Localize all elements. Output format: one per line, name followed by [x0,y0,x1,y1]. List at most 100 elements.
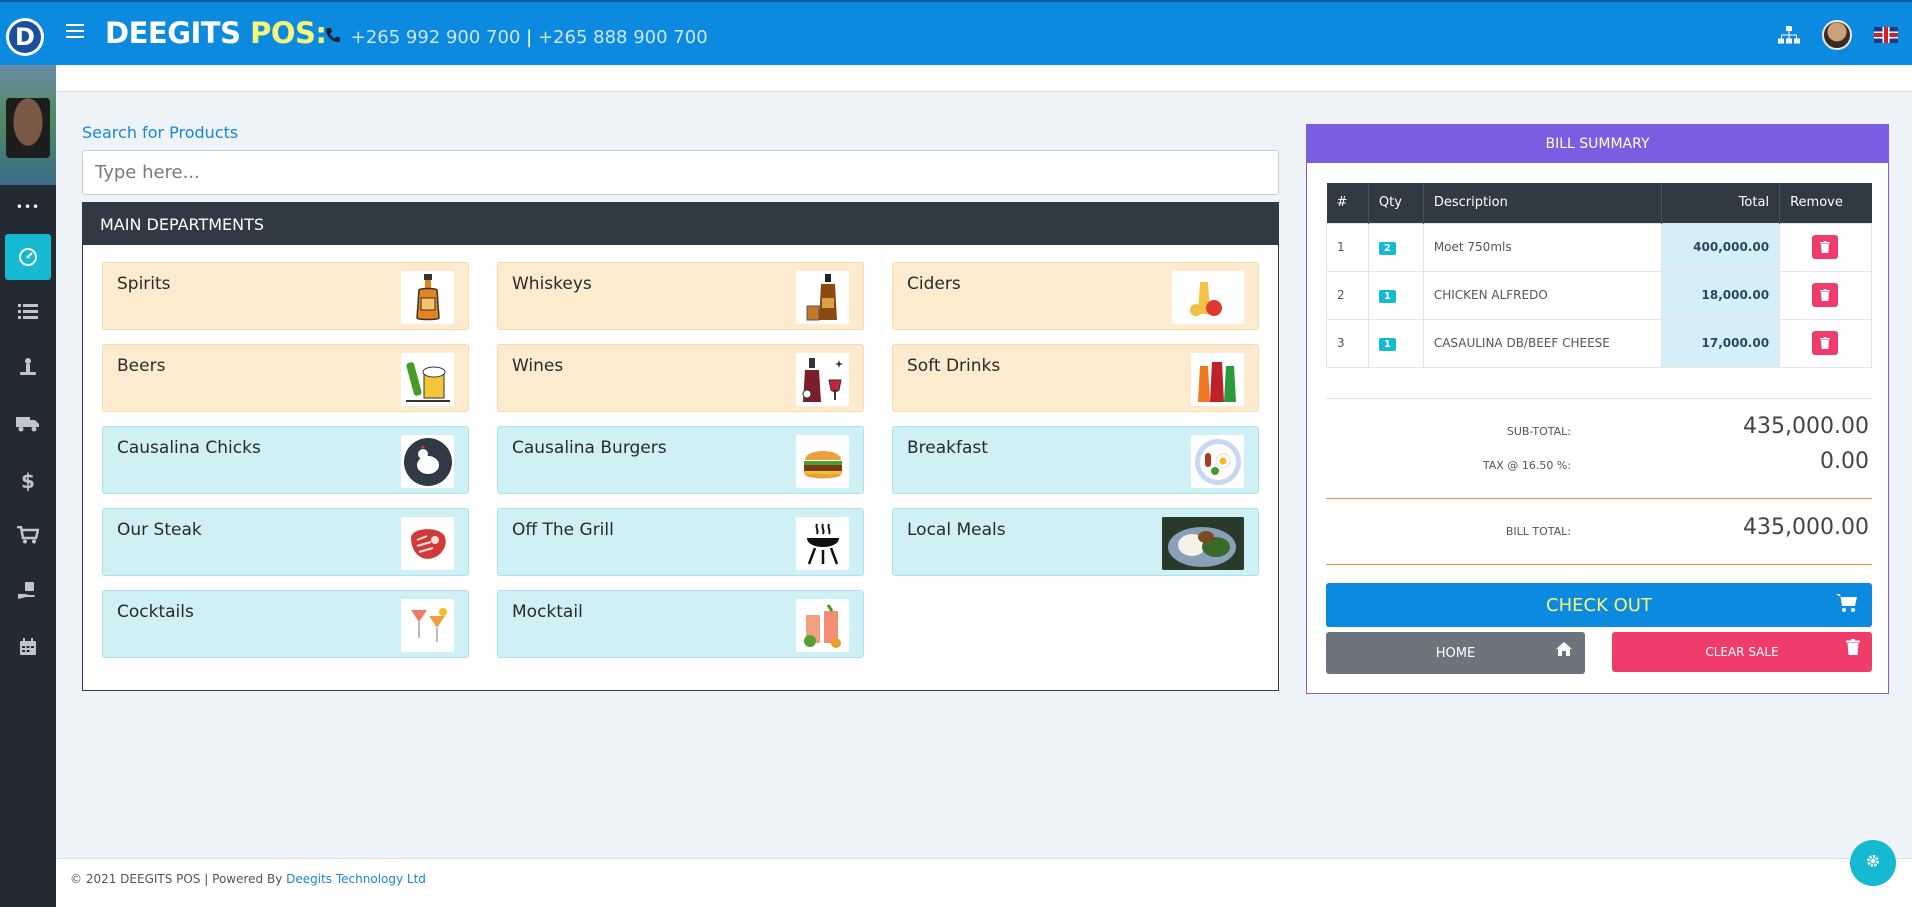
cart-icon [17,525,40,549]
dashboard-icon [5,234,51,280]
table-row: 3 1 CASAULINA DB/BEEF CHEESE 17,000.00 [1326,318,1872,368]
trash-icon [1846,639,1860,658]
wine-icon [796,353,849,406]
search-input[interactable] [82,150,1279,195]
sidebar-user-panel [0,65,56,185]
sidebar-item-stock[interactable] [0,341,56,397]
beer-icon [401,353,454,406]
cocktail-icon [401,599,454,652]
bill-summary-title: BILL SUMMARY [1307,125,1888,163]
trash-icon [1820,337,1831,349]
tax-value: 0.00 [1820,449,1869,474]
trash-icon [1820,289,1831,301]
tax-label: TAX @ 16.50 %: [1482,459,1571,472]
main-departments-panel: MAIN DEPARTMENTS Spirits Whiskeys Ciders… [82,202,1279,691]
bill-summary-panel: BILL SUMMARY # Qty Description Total Rem… [1306,124,1889,694]
sidebar-more-dots[interactable]: ••• [0,185,56,229]
dept-card-soft-drinks[interactable]: Soft Drinks [892,344,1259,412]
dept-card-mocktail[interactable]: Mocktail [497,590,864,658]
sidebar-item-list[interactable] [0,285,56,341]
remove-item-button[interactable] [1812,283,1839,307]
bill-items-table: # Qty Description Total Remove 1 2 Moet … [1326,183,1872,368]
user-avatar[interactable] [1822,19,1852,50]
grill-icon [796,517,849,570]
sidebar-item-delivery[interactable] [0,397,56,453]
dept-card-local-meals[interactable]: Local Meals [892,508,1259,576]
list-icon [18,301,38,325]
dept-card-off-the-grill[interactable]: Off The Grill [497,508,864,576]
whiskey-bottle-icon [796,271,849,324]
departments-title: MAIN DEPARTMENTS [83,203,1278,245]
burger-icon [796,435,849,488]
dept-card-cocktails[interactable]: Cocktails [102,590,469,658]
truck-icon [16,413,40,437]
divider [1326,498,1872,499]
footer-copyright: © 2021 DEEGITS POS | Powered By [70,872,283,886]
dept-card-causalina-burgers[interactable]: Causalina Burgers [497,426,864,494]
calendar-icon [19,637,37,661]
sidebar-item-payments[interactable] [0,565,56,621]
settings-fab[interactable] [1850,840,1896,886]
sidebar: ••• $ [0,65,56,907]
home-button[interactable]: HOME [1326,632,1585,674]
local-meals-photo [1162,517,1244,570]
bill-total-label: BILL TOTAL: [1505,525,1571,538]
table-row: 1 2 Moet 750mls 400,000.00 [1326,222,1872,272]
sitemap-icon[interactable] [1778,25,1800,44]
trash-icon [1820,241,1831,253]
hand-money-icon [17,581,39,605]
cart-icon [1836,593,1858,618]
dept-card-our-steak[interactable]: Our Steak [102,508,469,576]
divider [1326,398,1872,399]
dept-card-causalina-chicks[interactable]: Causalina Chicks [102,426,469,494]
soft-drinks-icon [1191,353,1244,406]
checkout-button[interactable]: CHECK OUT [1326,583,1872,627]
footer-company-link[interactable]: Deegits Technology Ltd [286,872,426,886]
table-row: 2 1 CHICKEN ALFREDO 18,000.00 [1326,270,1872,320]
remove-item-button[interactable] [1812,235,1839,259]
subtotal-label: SUB-TOTAL: [1506,425,1571,438]
col-remove: Remove [1779,183,1872,223]
subtotal-value: 435,000.00 [1743,414,1869,439]
remove-item-button[interactable] [1812,331,1839,355]
dept-card-breakfast[interactable]: Breakfast [892,426,1259,494]
col-num: # [1326,183,1369,223]
brand-title: DEEGITS POS: [105,16,327,50]
sidebar-item-dashboard[interactable] [0,229,56,285]
uk-flag-icon[interactable] [1874,26,1898,43]
spirits-bottle-icon [401,271,454,324]
sidebar-item-cart[interactable] [0,509,56,565]
dept-card-spirits[interactable]: Spirits [102,262,469,330]
chicken-icon [401,435,454,488]
mocktail-icon [796,599,849,652]
home-icon [1555,641,1573,661]
divider [1326,564,1872,565]
dept-card-whiskeys[interactable]: Whiskeys [497,262,864,330]
col-description: Description [1423,183,1663,223]
bill-total-value: 435,000.00 [1743,515,1869,540]
brand-logo[interactable]: D [6,18,44,56]
footer: © 2021 DEEGITS POS | Powered By Deegits … [56,858,1912,907]
gear-icon [1866,854,1880,872]
dollar-icon: $ [21,469,35,493]
search-label: Search for Products [82,123,239,142]
qty-badge[interactable]: 1 [1378,337,1396,351]
content-subbar [56,65,1912,92]
menu-toggle-icon[interactable] [66,24,84,38]
qty-badge[interactable]: 1 [1378,289,1396,303]
clear-sale-button[interactable]: CLEAR SALE [1612,632,1872,672]
qty-badge[interactable]: 2 [1378,241,1396,255]
col-qty: Qty [1368,183,1424,223]
breakfast-plate-icon [1191,435,1244,488]
cider-icon [1172,271,1244,324]
sidebar-item-calendar[interactable] [0,621,56,677]
dept-card-beers[interactable]: Beers [102,344,469,412]
col-total: Total [1661,183,1781,223]
sidebar-item-money[interactable]: $ [0,453,56,509]
dept-card-wines[interactable]: Wines [497,344,864,412]
top-bar: D DEEGITS POS: +265 992 900 700 | +265 8… [0,0,1912,65]
contact-phones: +265 992 900 700 | +265 888 900 700 [325,27,708,48]
dept-card-ciders[interactable]: Ciders [892,262,1259,330]
stock-icon [18,357,38,382]
sidebar-user-photo[interactable] [6,98,50,158]
